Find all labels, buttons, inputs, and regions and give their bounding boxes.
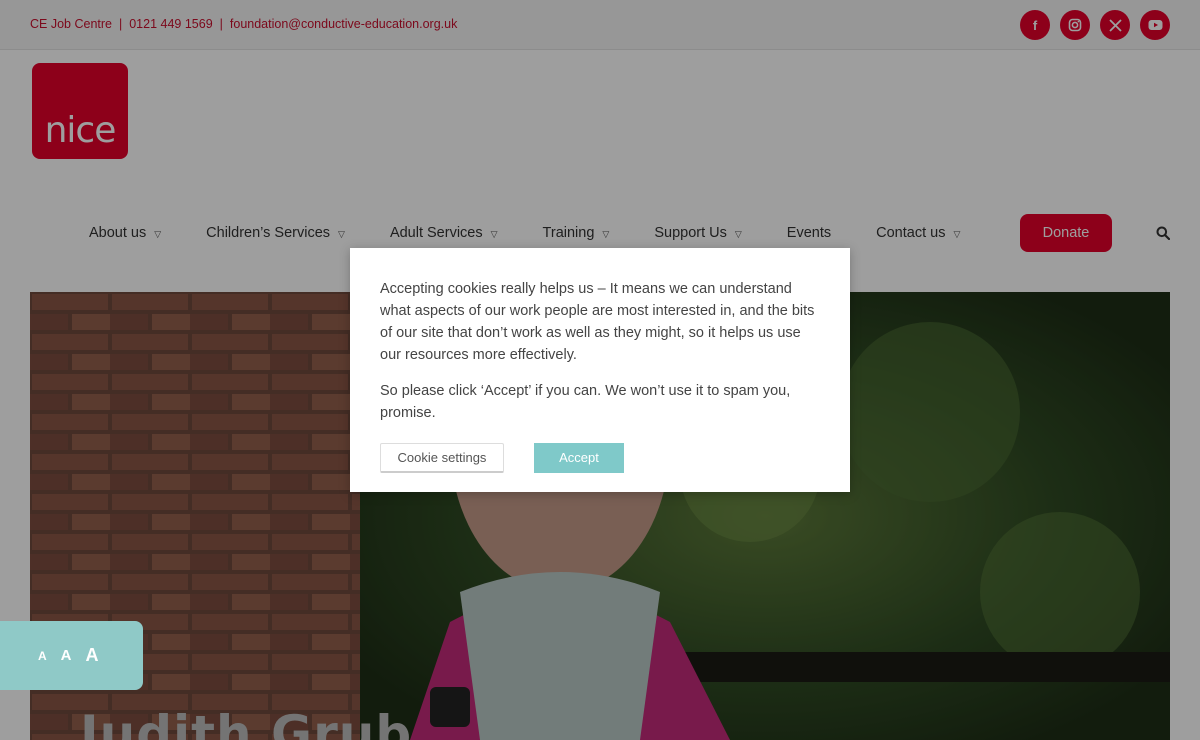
cookie-text-2: So please click ‘Accept’ if you can. We … <box>380 383 791 421</box>
cookie-consent-modal: Accepting cookies really helps us – It m… <box>350 248 850 492</box>
font-size-large-button[interactable]: A <box>86 645 99 666</box>
cookie-text-1: Accepting cookies really helps us – It m… <box>380 281 815 363</box>
font-size-widget: A A A <box>0 621 143 690</box>
cookie-buttons: Cookie settings Accept <box>380 443 624 473</box>
cookie-settings-button[interactable]: Cookie settings <box>380 443 504 473</box>
accept-button[interactable]: Accept <box>534 443 624 473</box>
font-size-small-button[interactable]: A <box>38 649 47 663</box>
font-size-medium-button[interactable]: A <box>61 647 72 664</box>
